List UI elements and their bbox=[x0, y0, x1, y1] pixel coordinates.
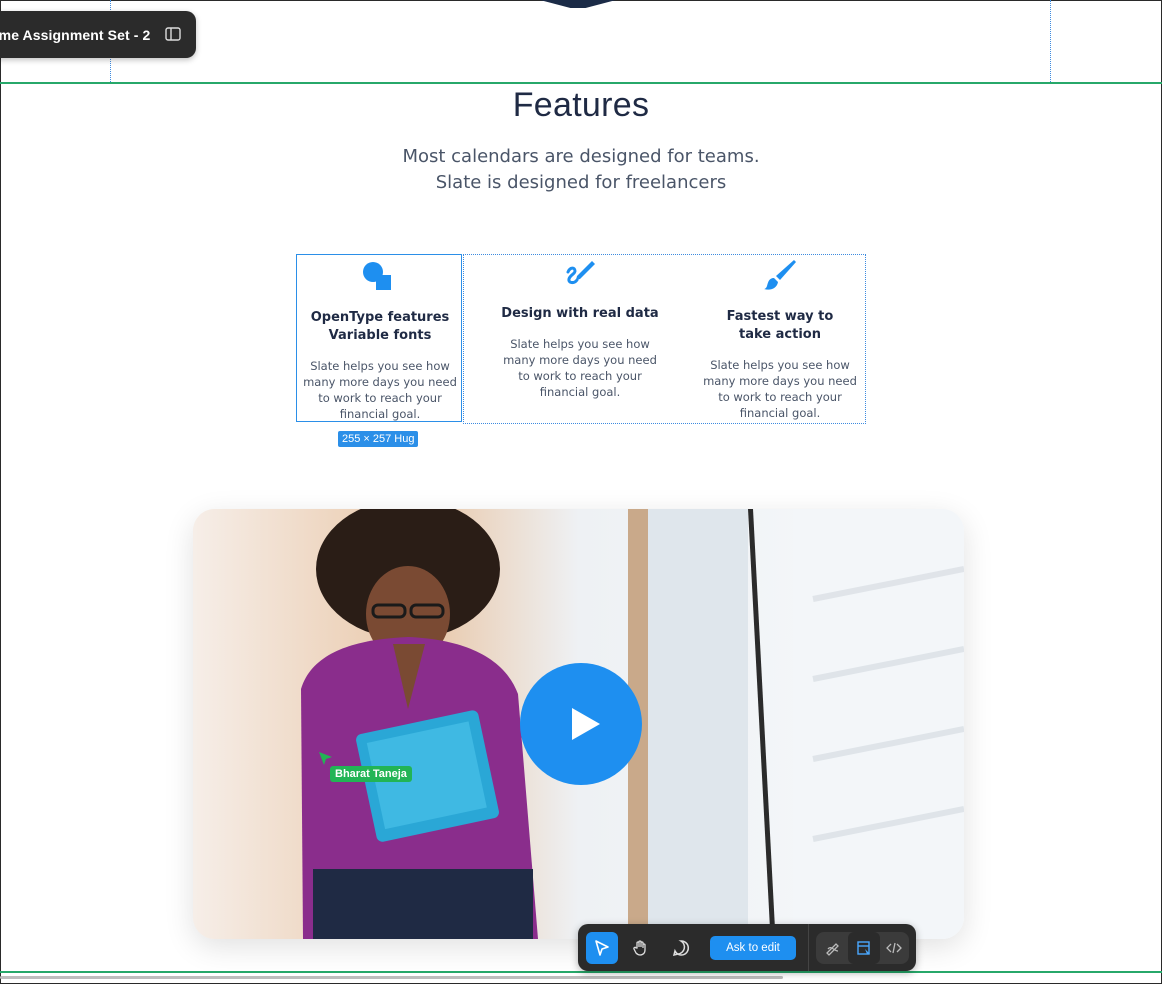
ask-to-edit-button[interactable]: Ask to edit bbox=[710, 936, 796, 960]
brush-icon bbox=[764, 260, 796, 290]
code-icon bbox=[886, 942, 902, 954]
card-desc-line: many more days you need bbox=[703, 374, 857, 388]
hand-icon bbox=[633, 940, 646, 956]
card-desc-line: financial goal. bbox=[539, 385, 621, 399]
collaborator-cursor-icon bbox=[319, 752, 332, 765]
card-desc-line: financial goal. bbox=[739, 406, 821, 420]
bottom-toolbar: Ask to edit bbox=[578, 924, 916, 971]
card-title-line1: Fastest way to bbox=[726, 309, 834, 324]
header-graphic bbox=[540, 0, 616, 8]
card-title-line2: take action bbox=[739, 327, 821, 342]
selection-size-badge: 255 × 257 Hug bbox=[338, 431, 419, 447]
play-icon bbox=[572, 708, 600, 740]
layout-guide bbox=[1050, 0, 1051, 82]
card-title-line1: Design with real data bbox=[501, 306, 659, 321]
card-title-line2: Variable fonts bbox=[328, 328, 432, 343]
horizontal-scrollbar[interactable] bbox=[0, 976, 783, 979]
card-desc-line: Slate helps you see how bbox=[310, 359, 450, 373]
card-desc-line: financial goal. bbox=[339, 407, 421, 421]
sidebar-toggle-icon[interactable] bbox=[165, 27, 181, 41]
design-icon bbox=[857, 941, 870, 955]
design-mode-button[interactable] bbox=[848, 932, 880, 964]
hand-tool-button[interactable] bbox=[625, 932, 657, 964]
frame-name-pill[interactable]: ome Assignment Set - 2 bbox=[0, 11, 196, 58]
move-tool-button[interactable] bbox=[586, 932, 618, 964]
features-title: Features bbox=[512, 86, 650, 124]
card-desc-line: many more days you need bbox=[503, 353, 657, 367]
play-button[interactable] bbox=[520, 663, 642, 785]
features-subtitle-line1: Most calendars are designed for teams. bbox=[402, 146, 760, 167]
card-desc-line: to work to reach your bbox=[718, 390, 842, 404]
card-desc-line: to work to reach your bbox=[518, 369, 642, 383]
feature-card[interactable]: OpenType features Variable fonts Slate h… bbox=[296, 254, 462, 422]
shapes-icon bbox=[363, 262, 391, 290]
comment-tool-button[interactable] bbox=[665, 932, 697, 964]
dev-mode-button[interactable] bbox=[878, 932, 910, 964]
pen-icon bbox=[566, 261, 595, 284]
frame-boundary-top bbox=[0, 82, 1162, 84]
pointer-icon bbox=[595, 940, 609, 956]
features-subtitle-line2: Slate is designed for freelancers bbox=[435, 172, 727, 193]
card-desc-line: Slate helps you see how bbox=[510, 337, 650, 351]
pen-squiggle-icon bbox=[826, 943, 839, 956]
card-title-line1: OpenType features bbox=[310, 310, 450, 325]
frame-name: ome Assignment Set - 2 bbox=[0, 26, 151, 43]
draw-mode-button[interactable] bbox=[817, 932, 849, 964]
comment-icon bbox=[672, 940, 690, 957]
frame-boundary-bottom bbox=[0, 971, 1162, 973]
card-desc-line: many more days you need bbox=[303, 375, 457, 389]
toolbar-divider bbox=[808, 924, 809, 971]
card-desc-line: to work to reach your bbox=[318, 391, 442, 405]
collaborator-name-tag: Bharat Taneja bbox=[330, 766, 412, 782]
card-desc-line: Slate helps you see how bbox=[710, 358, 850, 372]
